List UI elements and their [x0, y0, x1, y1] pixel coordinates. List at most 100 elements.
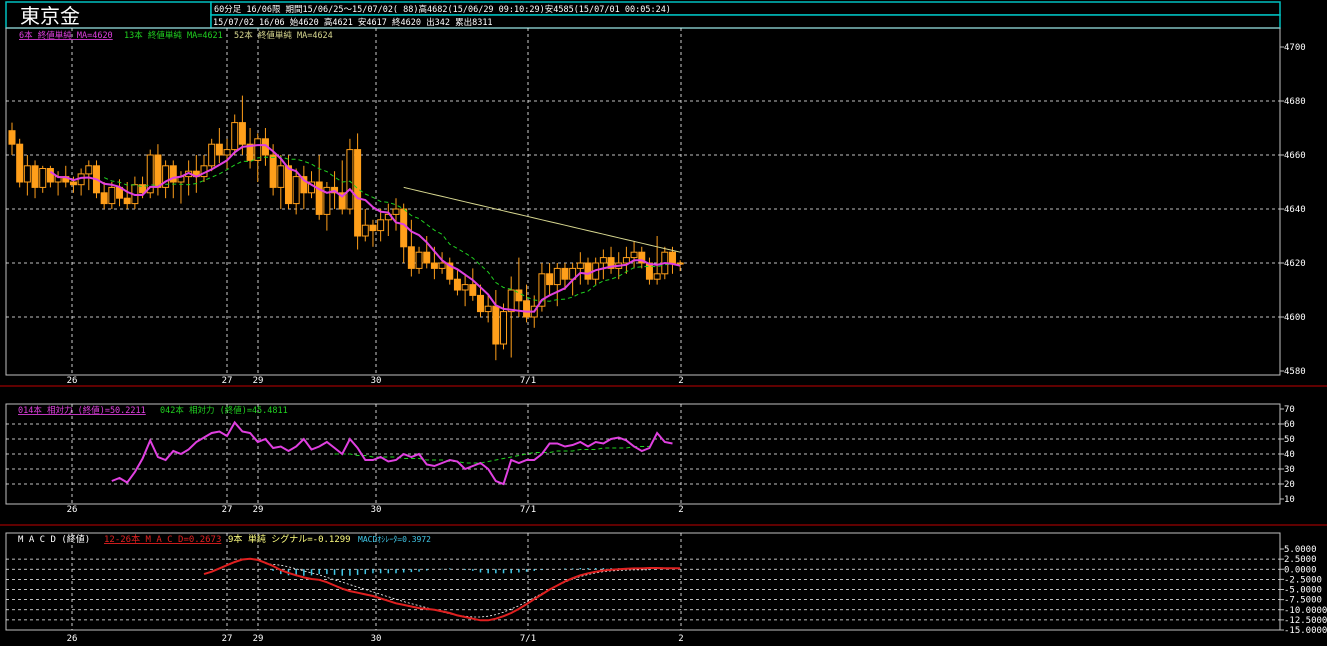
candle-body: [507, 289, 515, 313]
x-tick-label: 2: [678, 634, 683, 644]
legend-ma13: 13本 終値単純 MA=4621: [124, 30, 223, 41]
macd-panel: [5, 532, 1281, 631]
candle-body: [223, 149, 231, 156]
candle-body: [546, 273, 554, 286]
y-tick-label: 30: [1284, 465, 1295, 475]
y-tick-label: 20: [1284, 480, 1295, 490]
y-tick-label: 4680: [1284, 97, 1306, 107]
y-tick-label: 5.0000: [1284, 545, 1317, 555]
y-tick-label: -7.5000: [1284, 596, 1322, 606]
x-tick-label: 27: [222, 376, 233, 386]
legend-ma6: 6本 終値単純 MA=4620: [19, 30, 113, 41]
x-tick-label: 26: [67, 505, 78, 515]
candle-body: [108, 186, 116, 205]
candle-body: [630, 251, 638, 259]
candle-body: [208, 143, 216, 167]
y-tick-label: 4580: [1284, 367, 1306, 377]
candle-body: [46, 168, 54, 183]
candle-body: [500, 311, 508, 345]
candle-body: [154, 154, 162, 188]
legend-ma52: 52本 終値単純 MA=4624: [234, 30, 333, 41]
candle-body: [346, 149, 354, 210]
x-tick-label: 29: [253, 634, 264, 644]
candle-body: [238, 122, 246, 145]
price-panel: [5, 27, 1281, 376]
y-tick-label: 60: [1284, 420, 1295, 430]
candle-body: [484, 305, 492, 313]
candle-body: [39, 168, 47, 188]
x-tick-label: 29: [253, 376, 264, 386]
x-tick-label: 27: [222, 634, 233, 644]
candle-body: [438, 262, 446, 269]
candle-body: [469, 284, 477, 296]
x-tick-label: 30: [371, 505, 382, 515]
y-tick-label: 70: [1284, 405, 1295, 415]
ma52-line: [403, 186, 681, 253]
candle-body: [254, 138, 262, 161]
x-tick-label: 30: [371, 634, 382, 644]
y-tick-label: 4600: [1284, 313, 1306, 323]
candle-body: [8, 130, 16, 145]
candle-body: [576, 262, 584, 269]
y-tick-label: -5.0000: [1284, 586, 1322, 596]
y-tick-label: 40: [1284, 450, 1295, 460]
legend-rsi14: 014本 相対力 (終値)=50.2211: [18, 405, 146, 416]
y-tick-label: 0.0000: [1284, 565, 1317, 575]
candle-body: [668, 251, 676, 264]
candle-body: [392, 208, 400, 215]
candle-body: [269, 154, 277, 188]
legend-macd-title: M A C D (終値): [18, 533, 90, 545]
legend-osc: MACDｵｼﾚｰﾀ=0.3972: [358, 535, 431, 544]
candle-body: [23, 165, 31, 183]
x-tick-label: 2: [678, 505, 683, 515]
y-tick-label: 4660: [1284, 151, 1306, 161]
candle-body: [400, 208, 408, 248]
y-tick-label: -15.0000: [1284, 626, 1327, 636]
candle-body: [407, 246, 415, 269]
rsi14-line: [111, 420, 673, 486]
x-tick-label: 7/1: [520, 634, 536, 644]
rsi42-line: [334, 446, 650, 464]
candle-body: [415, 251, 423, 269]
candle-body: [292, 176, 300, 205]
candle-body: [377, 219, 385, 232]
ohlc-line: 15/07/02 16/06 始4620 高4621 安4617 終4620 出…: [213, 17, 493, 28]
candle-body: [622, 257, 630, 264]
candle-body: [599, 257, 607, 264]
candle-body: [553, 267, 561, 286]
candle-body: [453, 278, 461, 291]
candle-body: [354, 149, 362, 237]
x-tick-label: 29: [253, 505, 264, 515]
y-tick-label: -2.5000: [1284, 575, 1322, 585]
candle-body: [123, 197, 131, 205]
legend-macd: 12-26本 M A C D=0.2673: [104, 533, 221, 545]
y-tick-label: 4700: [1284, 43, 1306, 53]
y-tick-label: -10.0000: [1284, 606, 1327, 616]
candle-body: [16, 143, 24, 183]
candle-body: [369, 224, 377, 232]
candle-body: [492, 305, 500, 345]
candle-body: [423, 251, 431, 264]
y-tick-label: -12.5000: [1284, 616, 1327, 626]
y-tick-label: 2.5000: [1284, 555, 1317, 565]
candle-body: [561, 267, 569, 280]
candle-body: [215, 143, 223, 156]
x-tick-label: 26: [67, 376, 78, 386]
chart-title: 東京金: [20, 4, 80, 28]
candle-body: [653, 273, 661, 280]
candle-body: [231, 122, 239, 151]
candle-body: [100, 192, 108, 205]
x-tick-label: 7/1: [520, 376, 536, 386]
candle-body: [430, 262, 438, 269]
candle-body: [584, 262, 592, 280]
chart-canvas: 東京金 60分足 16/06限 期間15/06/25～15/07/02( 88)…: [0, 1, 1327, 644]
candle-body: [85, 165, 93, 175]
x-tick-label: 2: [678, 376, 683, 386]
x-tick-label: 30: [371, 376, 382, 386]
x-tick-label: 7/1: [520, 505, 536, 515]
candle-body: [645, 262, 653, 280]
x-tick-label: 26: [67, 634, 78, 644]
y-tick-label: 50: [1284, 435, 1295, 445]
candle-body: [523, 300, 531, 318]
candle-body: [31, 165, 39, 188]
